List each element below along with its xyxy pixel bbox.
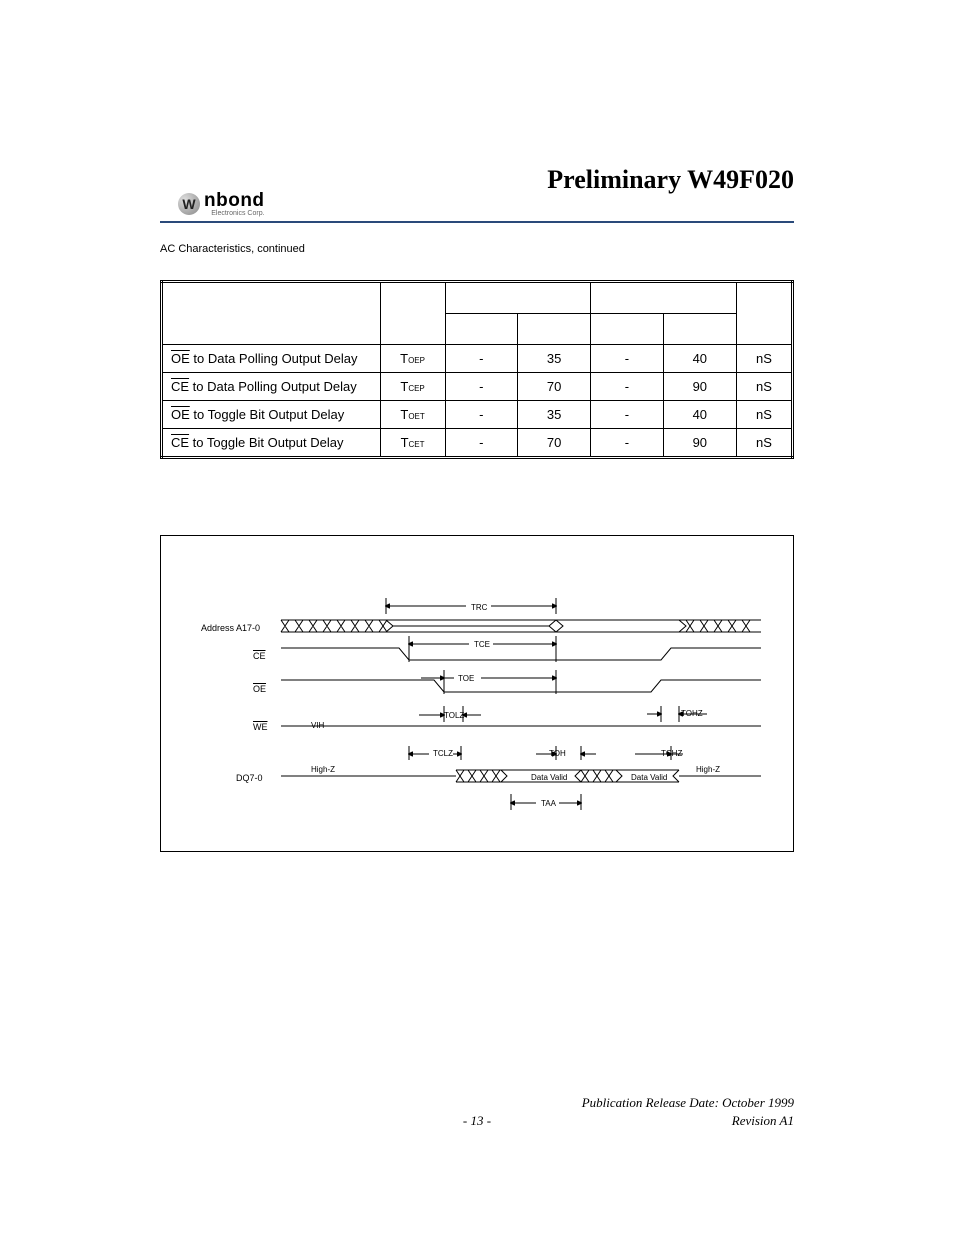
logo-icon: W [178,193,200,215]
table-row: OE to Data Polling Output Delay TOEP - 3… [162,345,793,373]
table-row: CE to Toggle Bit Output Delay TCET - 70 … [162,429,793,458]
footer-publication: Publication Release Date: October 1999 [582,1095,794,1111]
logo-name: nbond [204,190,265,212]
logo-subtitle: Electronics Corp. [204,210,265,217]
footer-page-number: - 13 - [463,1113,491,1129]
section-subtitle: AC Characteristics, continued [160,243,305,255]
company-logo: W nbond Electronics Corp. [178,190,265,217]
ac-characteristics-table: OE to Data Polling Output Delay TOEP - 3… [160,280,794,459]
footer-revision: Revision A1 [732,1113,794,1129]
header-rule [160,221,794,223]
waveforms-icon [161,536,795,851]
table-row: CE to Data Polling Output Delay TCEP - 7… [162,373,793,401]
table-row: OE to Toggle Bit Output Delay TOET - 35 … [162,401,793,429]
page-title: Preliminary W49F020 [547,165,794,195]
table-header-row [162,282,793,314]
timing-diagram: Address A17-0 CE OE WE DQ7-0 TRC TCE TOE… [160,535,794,852]
